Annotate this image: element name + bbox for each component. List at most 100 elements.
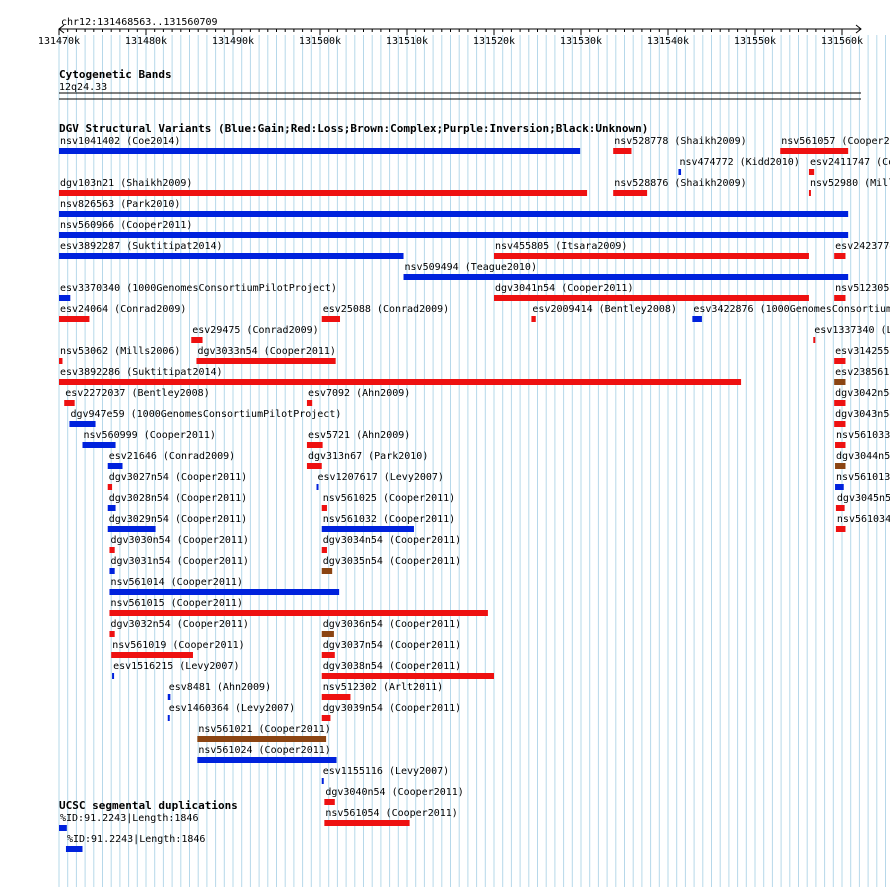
ruler-tick-label: 131560k [821, 36, 863, 47]
dgv-feature[interactable]: esv1337340 (Levy2007) [813, 325, 890, 343]
dgv-feature[interactable]: dgv3030n54 (Cooper2011) [109, 535, 249, 553]
dgv-feature[interactable]: dgv3036n54 (Cooper2011) [321, 619, 461, 637]
dgv-feature-bar [835, 442, 846, 448]
dgv-feature[interactable]: nsv561019 (Cooper2011) [111, 640, 245, 658]
dgv-feature[interactable]: dgv3045n54 (Cooper2011) [835, 493, 890, 511]
dgv-feature[interactable]: esv3422876 (1000GenomesConsortiumPilotPr… [692, 304, 890, 322]
dgv-feature-label: nsv561019 (Cooper2011) [112, 640, 244, 651]
dgv-feature-label: nsv561013 (Cooper2011) [836, 472, 890, 483]
dgv-feature[interactable]: nsv561013 (Cooper2011) [835, 472, 890, 490]
dgv-feature[interactable]: nsv53062 (Mills2006) [59, 346, 180, 364]
dgv-feature-bar [321, 673, 494, 679]
dgv-feature[interactable]: dgv3040n54 (Cooper2011) [324, 787, 464, 805]
dgv-feature[interactable]: esv2272037 (Bentley2008) [64, 388, 210, 406]
dgv-feature[interactable]: nsv52980 (Mills2011) [808, 178, 890, 196]
dgv-feature[interactable]: dgv3044n54 (Cooper2011) [835, 451, 890, 469]
dgv-feature[interactable]: nsv561032 (Cooper2011) [321, 514, 455, 532]
dgv-feature[interactable]: dgv3029n54 (Cooper2011) [107, 514, 247, 532]
dgv-feature[interactable]: nsv474772 (Kidd2010) [678, 157, 800, 175]
dgv-feature[interactable]: dgv3033n54 (Cooper2011) [196, 346, 336, 364]
dgv-feature[interactable]: esv2009414 (Bentley2008) [531, 304, 677, 322]
dgv-feature[interactable]: nsv1041402 (Coe2014) [59, 136, 581, 154]
dgv-feature-bar [82, 442, 116, 448]
dgv-feature[interactable]: dgv3032n54 (Cooper2011) [109, 619, 249, 637]
dgv-feature[interactable]: esv2385617 (Cooper2011) [834, 367, 890, 385]
dgv-feature[interactable]: dgv3038n54 (Cooper2011) [321, 661, 494, 679]
dgv-feature[interactable]: esv21646 (Conrad2009) [107, 451, 235, 469]
segdup-feature[interactable]: %ID:91.2243|Length:1846 [65, 834, 205, 852]
dgv-feature[interactable]: esv2411747 (Conrad2009) [808, 157, 890, 175]
dgv-feature-label: nsv826563 (Park2010) [60, 199, 180, 210]
dgv-feature[interactable]: esv7092 (Ahn2009) [306, 388, 410, 406]
dgv-feature[interactable]: esv24064 (Conrad2009) [59, 304, 186, 322]
dgv-feature-label: nsv528778 (Shaikh2009) [614, 136, 746, 147]
dgv-feature[interactable]: nsv528778 (Shaikh2009) [613, 136, 747, 154]
dgv-feature-bar [321, 505, 327, 511]
dgv-feature-label: nsv561034 (Cooper2011) [837, 514, 890, 525]
dgv-feature-bar [403, 274, 849, 280]
dgv-feature[interactable]: esv3892287 (Suktitipat2014) [59, 241, 404, 259]
dgv-feature[interactable]: nsv561034 (Cooper2011) [835, 514, 890, 532]
dgv-feature-bar [531, 316, 536, 322]
dgv-feature[interactable]: nsv512302 (Arlt2011) [321, 682, 443, 700]
dgv-feature-bar [324, 799, 335, 805]
dgv-feature[interactable]: nsv561025 (Cooper2011) [321, 493, 455, 511]
dgv-feature-bar [107, 463, 123, 469]
dgv-feature[interactable]: dgv3031n54 (Cooper2011) [109, 556, 249, 574]
dgv-feature[interactable]: dgv3041n54 (Cooper2011) [494, 283, 809, 301]
dgv-feature[interactable]: esv3892286 (Suktitipat2014) [59, 367, 742, 385]
dgv-feature[interactable]: nsv561054 (Cooper2011) [324, 808, 458, 826]
ruler-tick-label: 131520k [473, 36, 515, 47]
dgv-feature[interactable]: nsv561014 (Cooper2011) [109, 577, 340, 595]
dgv-feature[interactable]: dgv3037n54 (Cooper2011) [321, 640, 461, 658]
dgv-feature-bar [59, 316, 90, 322]
dgv-feature[interactable]: dgv3035n54 (Cooper2011) [321, 556, 461, 574]
dgv-feature[interactable]: nsv561024 (Cooper2011) [197, 745, 337, 763]
segdup-feature[interactable]: %ID:91.2243|Length:1846 [59, 813, 198, 831]
dgv-feature[interactable]: dgv3039n54 (Cooper2011) [321, 703, 461, 721]
dgv-feature[interactable]: dgv103n21 (Shaikh2009) [59, 178, 588, 196]
dgv-feature[interactable]: esv8481 (Ahn2009) [167, 682, 271, 700]
dgv-feature-label: dgv3045n54 (Cooper2011) [837, 493, 890, 504]
dgv-feature[interactable]: nsv512305 (Arlt2011) [834, 283, 890, 301]
dgv-feature[interactable]: esv1207617 (Levy2007) [316, 472, 444, 490]
dgv-feature-label: dgv3028n54 (Cooper2011) [109, 493, 247, 504]
dgv-feature[interactable]: nsv826563 (Park2010) [59, 199, 849, 217]
dgv-feature-label: esv8481 (Ahn2009) [169, 682, 271, 693]
dgv-feature[interactable]: dgv3042n54 (Cooper2011) [834, 388, 890, 406]
dgv-feature[interactable]: nsv561021 (Cooper2011) [197, 724, 331, 742]
dgv-feature-bar [59, 211, 849, 217]
dgv-feature-label: nsv53062 (Mills2006) [60, 346, 180, 357]
dgv-feature[interactable]: dgv3043n54 (Cooper2011) [834, 409, 890, 427]
dgv-feature[interactable]: nsv509494 (Teague2010) [403, 262, 849, 280]
dgv-feature[interactable]: esv25088 (Conrad2009) [321, 304, 449, 322]
dgv-feature-label: nsv560999 (Cooper2011) [83, 430, 215, 441]
dgv-feature[interactable]: dgv3027n54 (Cooper2011) [107, 472, 247, 490]
dgv-feature[interactable]: esv29475 (Conrad2009) [191, 325, 319, 343]
dgv-feature[interactable]: nsv561015 (Cooper2011) [109, 598, 488, 616]
dgv-feature[interactable]: nsv560999 (Cooper2011) [82, 430, 216, 448]
dgv-feature-bar [59, 253, 404, 259]
dgv-feature-label: dgv3040n54 (Cooper2011) [325, 787, 463, 798]
dgv-feature[interactable]: esv1516215 (Levy2007) [112, 661, 240, 679]
dgv-feature[interactable]: dgv947e59 (1000GenomesConsortiumPilotPro… [69, 409, 341, 427]
ruler-ticks: 131470k 131480k 131490k 131500k 131510k 13152… [38, 29, 863, 47]
dgv-feature[interactable]: esv5721 (Ahn2009) [306, 430, 410, 448]
dgv-feature[interactable]: esv2423774 (Pang2010) [834, 241, 890, 259]
dgv-feature[interactable]: nsv561033 (Cooper2011) [835, 430, 890, 448]
dgv-feature-bar [109, 568, 115, 574]
ruler-tick-label: 131510k [386, 36, 428, 47]
dgv-feature[interactable]: nsv455805 (Itsara2009) [494, 241, 809, 259]
dgv-feature[interactable]: nsv561057 (Cooper2011) [780, 136, 890, 154]
dgv-feature[interactable]: esv1460364 (Levy2007) [167, 703, 295, 721]
dgv-feature[interactable]: dgv3028n54 (Cooper2011) [107, 493, 247, 511]
dgv-feature-bar [59, 295, 71, 301]
dgv-feature-label: nsv474772 (Kidd2010) [679, 157, 799, 168]
dgv-feature[interactable]: dgv313n67 (Park2010) [306, 451, 428, 469]
dgv-feature[interactable]: esv1155116 (Levy2007) [321, 766, 449, 784]
dgv-feature[interactable]: esv3142553 (Park2010) [834, 346, 890, 364]
dgv-feature[interactable]: nsv528876 (Shaikh2009) [613, 178, 747, 196]
dgv-feature[interactable]: esv3370340 (1000GenomesConsortiumPilotPr… [59, 283, 337, 301]
dgv-feature[interactable]: nsv560966 (Cooper2011) [59, 220, 849, 238]
dgv-feature[interactable]: dgv3034n54 (Cooper2011) [321, 535, 461, 553]
